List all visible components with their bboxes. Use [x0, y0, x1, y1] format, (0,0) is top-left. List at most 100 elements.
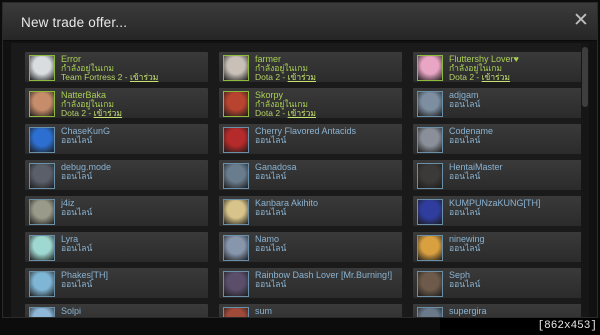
friend-name: sum — [255, 306, 273, 316]
friend-card[interactable]: Solpi — [24, 303, 209, 317]
avatar-image — [30, 92, 54, 116]
friend-status: ออนไลน์ — [449, 243, 481, 253]
game-separator: - — [280, 72, 288, 82]
friend-card[interactable]: Ganadosa ออนไลน์ — [218, 159, 403, 191]
friend-game: Dota 2 - เข้าร่วม — [255, 108, 316, 118]
friend-card[interactable]: ChaseKunG ออนไลน์ — [24, 123, 209, 155]
friend-card[interactable]: Rainbow Dash Lover [Mr.Burning!] ออนไลน์ — [218, 267, 403, 299]
game-name: Dota 2 — [61, 108, 87, 118]
avatar-image — [30, 308, 54, 317]
friend-status: ออนไลน์ — [449, 207, 481, 217]
avatar-image — [418, 128, 442, 152]
friend-avatar — [29, 91, 55, 117]
avatar-image — [224, 128, 248, 152]
close-icon[interactable]: ✕ — [571, 11, 591, 31]
friend-card[interactable]: Fluttershy Lover♥ กำลังอยู่ในเกม Dota 2 - … — [412, 51, 589, 83]
avatar-image — [30, 128, 54, 152]
avatar-image — [224, 236, 248, 260]
friend-status: ออนไลน์ — [255, 243, 287, 253]
friend-card[interactable]: adjgam ออนไลน์ — [412, 87, 589, 119]
friend-card[interactable]: Cherry Flavored Antacids ออนไลน์ — [218, 123, 403, 155]
friend-avatar — [29, 271, 55, 297]
friend-avatar — [223, 235, 249, 261]
friend-avatar — [223, 271, 249, 297]
avatar-image — [224, 164, 248, 188]
friend-card[interactable]: supergira — [412, 303, 589, 317]
friend-status: ออนไลน์ — [449, 279, 481, 289]
friend-status: ออนไลน์ — [449, 171, 481, 181]
friend-card[interactable]: NatterBaka กำลังอยู่ในเกม Dota 2 - เข้าร่ว… — [24, 87, 209, 119]
friend-card[interactable]: sum — [218, 303, 403, 317]
friend-avatar — [223, 199, 249, 225]
avatar-image — [224, 92, 248, 116]
dialog-titlebar: New trade offer... ✕ — [3, 3, 597, 41]
friend-card[interactable]: farmer กำลังอยู่ในเกม Dota 2 - เข้าร่วม — [218, 51, 403, 83]
friend-avatar — [223, 91, 249, 117]
friend-card[interactable]: Codename ออนไลน์ — [412, 123, 589, 155]
friend-game: Dota 2 - เข้าร่วม — [255, 72, 316, 82]
trade-offer-dialog: New trade offer... ✕ Error กำลังอยู่ในเกม… — [2, 2, 598, 318]
scrollbar[interactable] — [581, 43, 589, 317]
friend-status: ออนไลน์ — [61, 171, 93, 181]
watermark: [862x453] http://upic.me/ — [440, 318, 600, 335]
friend-avatar — [223, 163, 249, 189]
friend-card[interactable]: Namo ออนไลน์ — [218, 231, 403, 263]
friend-avatar — [417, 307, 443, 317]
friend-avatar — [417, 127, 443, 153]
join-game-link[interactable]: เข้าร่วม — [288, 108, 316, 118]
avatar-image — [418, 164, 442, 188]
avatar-image — [418, 308, 442, 317]
join-game-link[interactable]: เข้าร่วม — [482, 72, 510, 82]
avatar-image — [224, 56, 248, 80]
friend-avatar — [417, 163, 443, 189]
avatar-image — [418, 236, 442, 260]
friend-status: ออนไลน์ — [61, 279, 93, 289]
friend-game: Dota 2 - เข้าร่วม — [449, 72, 510, 82]
friend-game: Team Fortress 2 - เข้าร่วม — [61, 72, 158, 82]
join-game-link[interactable]: เข้าร่วม — [288, 72, 316, 82]
avatar-image — [30, 272, 54, 296]
friend-avatar — [29, 163, 55, 189]
dialog-title: New trade offer... — [21, 15, 128, 30]
friend-status: ออนไลน์ — [255, 279, 287, 289]
friend-avatar — [29, 307, 55, 317]
friend-avatar — [29, 199, 55, 225]
join-game-link[interactable]: เข้าร่วม — [94, 108, 122, 118]
friend-game: Dota 2 - เข้าร่วม — [61, 108, 122, 118]
scrollbar-thumb[interactable] — [582, 47, 588, 107]
friend-avatar — [417, 271, 443, 297]
avatar-image — [418, 56, 442, 80]
friend-card[interactable]: ninewing ออนไลน์ — [412, 231, 589, 263]
friend-avatar — [417, 91, 443, 117]
friend-avatar — [29, 235, 55, 261]
friend-card[interactable]: Phakes[TH] ออนไลน์ — [24, 267, 209, 299]
friend-card[interactable]: Error กำลังอยู่ในเกม Team Fortress 2 - เข้… — [24, 51, 209, 83]
join-game-link[interactable]: เข้าร่วม — [130, 72, 158, 82]
friend-card[interactable]: debug.mode ออนไลน์ — [24, 159, 209, 191]
avatar-image — [30, 164, 54, 188]
avatar-image — [418, 92, 442, 116]
avatar-image — [418, 272, 442, 296]
friend-avatar — [223, 55, 249, 81]
friend-status: ออนไลน์ — [255, 135, 287, 145]
game-separator: - — [474, 72, 482, 82]
avatar-image — [30, 56, 54, 80]
game-name: Dota 2 — [255, 108, 281, 118]
friend-card[interactable]: Lyra ออนไลน์ — [24, 231, 209, 263]
friend-card[interactable]: Skorpy กำลังอยู่ในเกม Dota 2 - เข้าร่วม — [218, 87, 403, 119]
friend-status: ออนไลน์ — [61, 135, 93, 145]
friend-card[interactable]: Kanbara Akihito ออนไลน์ — [218, 195, 403, 227]
friend-status: ออนไลน์ — [449, 99, 481, 109]
friends-list-panel: Error กำลังอยู่ในเกม Team Fortress 2 - เข้… — [11, 43, 589, 317]
friend-avatar — [29, 55, 55, 81]
friend-card[interactable]: j4iz ออนไลน์ — [24, 195, 209, 227]
avatar-image — [224, 272, 248, 296]
friend-card[interactable]: Seph ออนไลน์ — [412, 267, 589, 299]
friend-card[interactable]: HentaiMaster ออนไลน์ — [412, 159, 589, 191]
game-name: Team Fortress 2 — [61, 72, 123, 82]
friend-card[interactable]: KUMPUNzaKUNG[TH] ออนไลน์ — [412, 195, 589, 227]
friend-name: supergira — [449, 306, 487, 316]
avatar-image — [30, 200, 54, 224]
avatar-image — [30, 236, 54, 260]
friend-status: ออนไลน์ — [255, 171, 287, 181]
